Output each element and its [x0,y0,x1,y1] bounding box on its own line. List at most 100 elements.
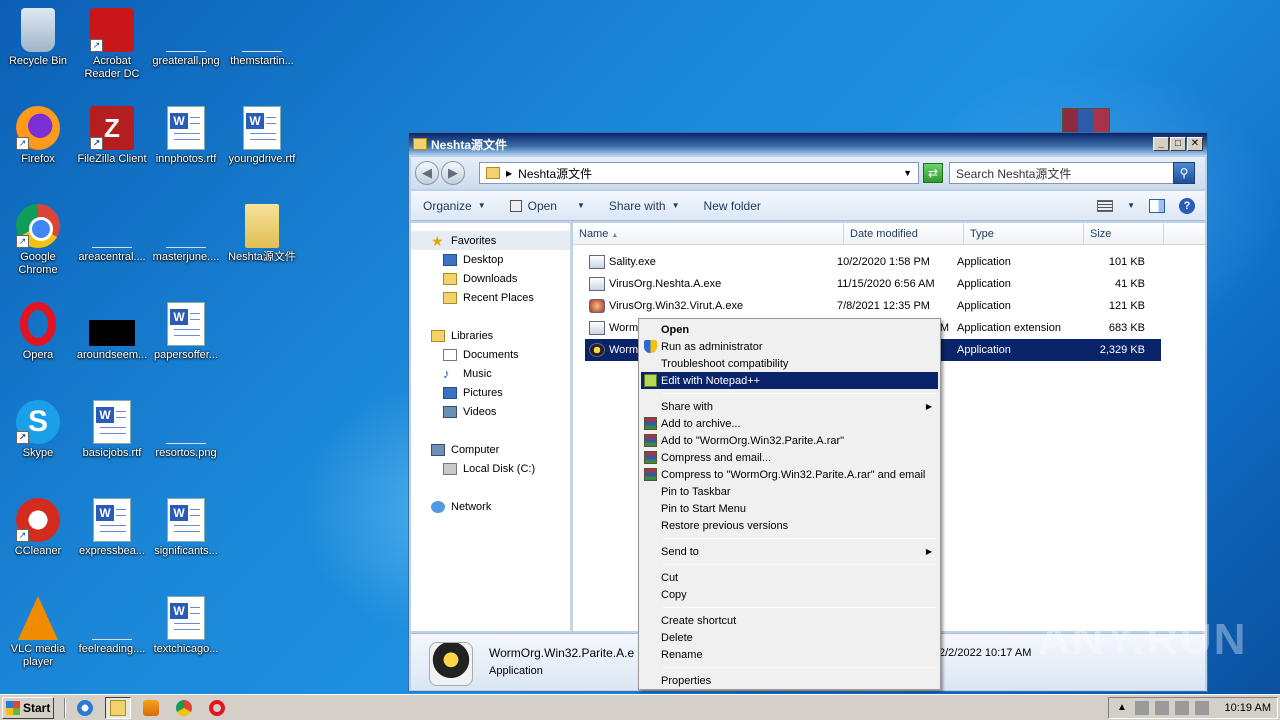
address-field[interactable]: ▶ Neshta源文件 ▼ [479,162,919,184]
menu-item-troubleshoot[interactable]: Troubleshoot compatibility [641,355,938,372]
taskbar-opera[interactable] [204,697,230,719]
organize-button[interactable]: Organize ▼ [411,199,498,213]
chevron-down-icon[interactable]: ▼ [903,168,912,178]
menu-item-rename[interactable]: Rename [641,646,938,663]
menu-item-run-as-admin[interactable]: Run as administrator [641,338,938,355]
chevron-down-icon[interactable]: ▼ [1127,201,1135,210]
desktop-icon-vlc[interactable]: VLC media player [0,596,76,669]
forward-button[interactable]: ▶ [441,161,465,185]
back-button[interactable]: ◀ [415,161,439,185]
title-bar[interactable]: Neshta源文件 _ □ ✕ [409,133,1207,155]
preview-pane-icon[interactable] [1149,198,1165,213]
menu-item-delete[interactable]: Delete [641,629,938,646]
desktop-icon-aroundseem[interactable]: aroundseem... [74,302,150,362]
refresh-button[interactable]: ⇄ [923,163,943,183]
nav-recent-places[interactable]: Recent Places [411,288,570,307]
desktop-icon-recycle-bin[interactable]: Recycle Bin [0,8,76,68]
nav-downloads[interactable]: Downloads [411,269,570,288]
share-with-button[interactable]: Share with ▼ [597,199,692,213]
desktop-icon-opera[interactable]: Opera [0,302,76,362]
action-center-icon[interactable] [1155,701,1169,715]
nav-documents[interactable]: Documents [411,345,570,364]
taskbar-chrome[interactable] [171,697,197,719]
nav-computer[interactable]: Computer [411,440,570,459]
table-row[interactable]: VirusOrg.Neshta.A.exe 11/15/2020 6:56 AM… [585,273,1161,295]
taskbar-explorer[interactable] [105,696,131,719]
menu-item-copy[interactable]: Copy [641,586,938,603]
column-header-type[interactable]: Type [964,223,1084,244]
search-icon[interactable]: ⚲ [1173,162,1195,184]
minimize-button[interactable]: _ [1153,137,1169,151]
column-header-name[interactable]: Name ▲ [573,223,844,244]
start-button[interactable]: Start [2,696,54,719]
desktop-icon-masterjune[interactable]: masterjune.... [148,204,224,264]
desktop-icon-skype[interactable]: S ↗ Skype [0,400,76,460]
desktop-icon-youngdrive[interactable]: W youngdrive.rtf [224,106,300,166]
volume-icon[interactable] [1175,701,1189,715]
desktop-icon-filezilla[interactable]: Z ↗ FileZilla Client [74,106,150,166]
menu-item-cut[interactable]: Cut [641,569,938,586]
desktop-icon-acrobat[interactable]: ↗ Acrobat Reader DC [74,8,150,81]
nav-music[interactable]: ♪ Music [411,364,570,383]
desktop-icon-chrome[interactable]: ↗ Google Chrome [0,204,76,277]
desktop-icon-greaterall[interactable]: greaterall.png [148,8,224,68]
nav-favorites[interactable]: ★ Favorites [411,231,570,250]
menu-item-compress-rar-email[interactable]: Compress to "WormOrg.Win32.Parite.A.rar"… [641,466,938,483]
nav-pictures[interactable]: Pictures [411,383,570,402]
desktop-icon-papersoffer[interactable]: W papersoffer... [148,302,224,362]
menu-item-share-with[interactable]: Share with ▶ [641,398,938,415]
column-header-date[interactable]: Date modified [844,223,964,244]
desktop-icon-innphotos[interactable]: W innphotos.rtf [148,106,224,166]
search-input[interactable]: Search Neshta源文件 ⚲ [949,162,1195,184]
menu-item-restore-versions[interactable]: Restore previous versions [641,517,938,534]
menu-item-pin-taskbar[interactable]: Pin to Taskbar [641,483,938,500]
winrar-icon[interactable] [1062,108,1110,134]
desktop-icon-feelreading[interactable]: feelreading.... [74,596,150,656]
taskbar-media-player[interactable] [138,697,164,719]
new-folder-button[interactable]: New folder [692,199,773,213]
desktop-icon-ccleaner[interactable]: ↗ CCleaner [0,498,76,558]
nav-label: Recent Places [463,291,534,304]
menu-item-pin-start[interactable]: Pin to Start Menu [641,500,938,517]
clock[interactable]: 10:19 AM [1225,702,1271,714]
nav-label: Music [463,367,492,380]
menu-item-send-to[interactable]: Send to ▶ [641,543,938,560]
menu-item-compress-email[interactable]: Compress and email... [641,449,938,466]
desktop-icon-label: Skype [22,447,54,459]
desktop-icon-neshta-folder[interactable]: Neshta源文件 [224,204,300,264]
desktop-icon-significants[interactable]: W significants... [148,498,224,558]
table-row[interactable]: Sality.exe 10/2/2020 1:58 PM Application… [585,251,1161,273]
nav-libraries[interactable]: Libraries [411,326,570,345]
nav-desktop[interactable]: Desktop [411,250,570,269]
network-tray-icon[interactable] [1135,701,1149,715]
close-button[interactable]: ✕ [1187,137,1203,151]
desktop-icon-expressbea[interactable]: W expressbea... [74,498,150,558]
shortcut-arrow-icon: ↗ [16,431,29,444]
open-button[interactable]: Open ▼ [498,199,597,213]
maximize-button[interactable]: □ [1170,137,1186,151]
menu-item-create-shortcut[interactable]: Create shortcut [641,612,938,629]
taskbar-ie[interactable] [72,697,98,719]
show-hidden-icons-icon[interactable]: ▲ [1115,701,1129,715]
change-view-icon[interactable] [1097,199,1114,212]
desktop-icon-firefox[interactable]: ↗ Firefox [0,106,76,166]
menu-item-edit-notepadpp[interactable]: Edit with Notepad++ [641,372,938,389]
desktop-icon-basicjobs[interactable]: W basicjobs.rtf [74,400,150,460]
menu-item-add-to-rar[interactable]: Add to "WormOrg.Win32.Parite.A.rar" [641,432,938,449]
nav-videos[interactable]: Videos [411,402,570,421]
nav-network[interactable]: Network [411,497,570,516]
desktop-icon-areacentral[interactable]: areacentral.... [74,204,150,264]
desktop-icon-textchicago[interactable]: W textchicago... [148,596,224,656]
file-name: VirusOrg.Neshta.A.exe [609,278,722,290]
menu-item-add-to-archive[interactable]: Add to archive... [641,415,938,432]
nav-local-disk[interactable]: Local Disk (C:) [411,459,570,478]
flag-icon[interactable] [1195,701,1209,715]
desktop-icon-resortos[interactable]: resortos.png [148,400,224,460]
column-header-size[interactable]: Size [1084,223,1164,244]
table-row[interactable]: VirusOrg.Win32.Virut.A.exe 7/8/2021 12:3… [585,295,1161,317]
help-icon[interactable]: ? [1179,197,1195,214]
window-controls: _ □ ✕ [1153,137,1203,151]
menu-item-properties[interactable]: Properties [641,672,938,689]
menu-item-open[interactable]: Open [641,321,938,338]
desktop-icon-themstartin[interactable]: themstartin... [224,8,300,68]
